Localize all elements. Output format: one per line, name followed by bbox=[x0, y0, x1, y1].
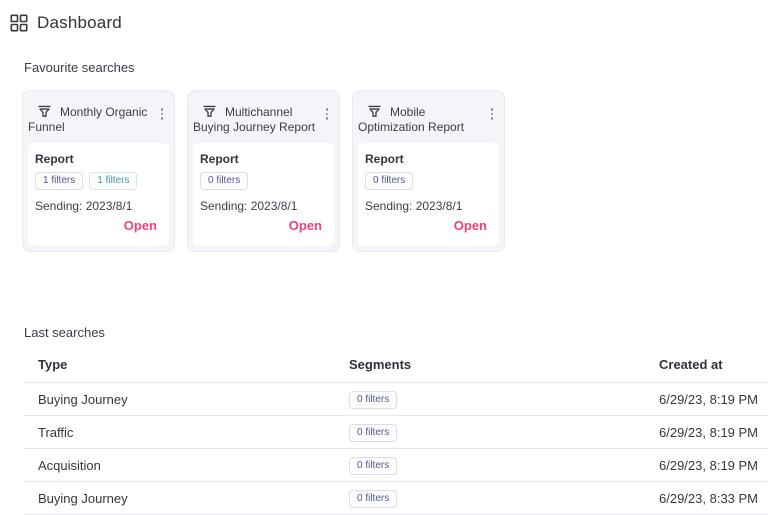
funnel-icon bbox=[367, 104, 382, 119]
last-searches-table: Type Segments Created at Buying Journey … bbox=[24, 350, 768, 515]
filters-badge: 1 filters bbox=[35, 172, 84, 190]
funnel-icon bbox=[202, 104, 217, 119]
kebab-menu-icon[interactable] bbox=[485, 105, 499, 123]
filters-badge: 0 filters bbox=[349, 390, 398, 409]
cell-created-at: 6/29/23, 8:19 PM bbox=[659, 415, 768, 449]
table-row[interactable]: Buying Journey 0 filters 6/29/23, 8:33 P… bbox=[24, 481, 768, 515]
cell-created-at: 6/29/23, 8:19 PM bbox=[659, 448, 768, 482]
filters-badge: 0 filters bbox=[200, 172, 249, 190]
kebab-menu-icon[interactable] bbox=[320, 105, 334, 123]
filters-badge: 1 filters bbox=[89, 172, 138, 190]
card-body: Report 0 filters Sending: 2023/8/1 Open bbox=[358, 143, 499, 246]
open-row: Open bbox=[200, 213, 326, 237]
card-header: Monthly Organic Funnel bbox=[28, 96, 169, 143]
badge-row: 0 filters bbox=[365, 172, 491, 190]
cell-type: Buying Journey bbox=[24, 481, 349, 515]
open-button[interactable]: Open bbox=[124, 218, 157, 233]
filters-badge: 0 filters bbox=[349, 423, 398, 442]
cell-type: Acquisition bbox=[24, 448, 349, 482]
open-button[interactable]: Open bbox=[454, 218, 487, 233]
open-button[interactable]: Open bbox=[289, 218, 322, 233]
card-type-label: Report bbox=[35, 152, 74, 166]
open-row: Open bbox=[35, 213, 161, 237]
kebab-menu-icon[interactable] bbox=[155, 105, 169, 123]
card-body: Report 1 filters 1 filters Sending: 2023… bbox=[28, 143, 169, 246]
filters-badge: 0 filters bbox=[349, 489, 398, 508]
filters-badge: 0 filters bbox=[349, 456, 398, 475]
badge-row: 1 filters 1 filters bbox=[35, 172, 161, 190]
card-type-label: Report bbox=[200, 152, 239, 166]
cell-type: Buying Journey bbox=[24, 382, 349, 416]
card-type-label: Report bbox=[365, 152, 404, 166]
sending-label: Sending: 2023/8/1 bbox=[365, 199, 463, 213]
table-row[interactable]: Traffic 0 filters 6/29/23, 8:19 PM bbox=[24, 415, 768, 449]
card-header: Mobile Optimization Report bbox=[358, 96, 499, 143]
filters-badge: 0 filters bbox=[365, 172, 414, 190]
cell-created-at: 6/29/23, 8:19 PM bbox=[659, 382, 768, 416]
card-header: Multichannel Buying Journey Report bbox=[193, 96, 334, 143]
card-body: Report 0 filters Sending: 2023/8/1 Open bbox=[193, 143, 334, 246]
funnel-icon bbox=[37, 104, 52, 119]
open-row: Open bbox=[365, 213, 491, 237]
card-title: Monthly Organic Funnel bbox=[28, 104, 155, 135]
table-row[interactable]: Buying Journey 0 filters 6/29/23, 8:19 P… bbox=[24, 382, 768, 416]
favourite-search-card[interactable]: Monthly Organic Funnel Report 1 filters … bbox=[22, 90, 175, 252]
app-header: Dashboard bbox=[0, 0, 768, 33]
card-title: Multichannel Buying Journey Report bbox=[193, 104, 320, 135]
favourite-search-card[interactable]: Multichannel Buying Journey Report Repor… bbox=[187, 90, 340, 252]
cell-created-at: 6/29/23, 8:33 PM bbox=[659, 481, 768, 515]
grid-icon bbox=[10, 14, 28, 32]
table-header-row: Type Segments Created at bbox=[24, 350, 768, 383]
card-title: Mobile Optimization Report bbox=[358, 104, 485, 135]
sending-label: Sending: 2023/8/1 bbox=[200, 199, 298, 213]
column-header-type: Type bbox=[24, 350, 349, 383]
sending-label: Sending: 2023/8/1 bbox=[35, 199, 133, 213]
column-header-segments: Segments bbox=[349, 350, 659, 383]
last-searches-heading: Last searches bbox=[24, 325, 105, 340]
favourite-search-card[interactable]: Mobile Optimization Report Report 0 filt… bbox=[352, 90, 505, 252]
page-title: Dashboard bbox=[37, 13, 122, 32]
column-header-created-at: Created at bbox=[659, 350, 768, 383]
badge-row: 0 filters bbox=[200, 172, 326, 190]
cell-type: Traffic bbox=[24, 415, 349, 449]
table-row[interactable]: Acquisition 0 filters 6/29/23, 8:19 PM bbox=[24, 448, 768, 482]
favourite-searches-heading: Favourite searches bbox=[24, 60, 135, 75]
favourite-cards-row: Monthly Organic Funnel Report 1 filters … bbox=[22, 90, 768, 252]
